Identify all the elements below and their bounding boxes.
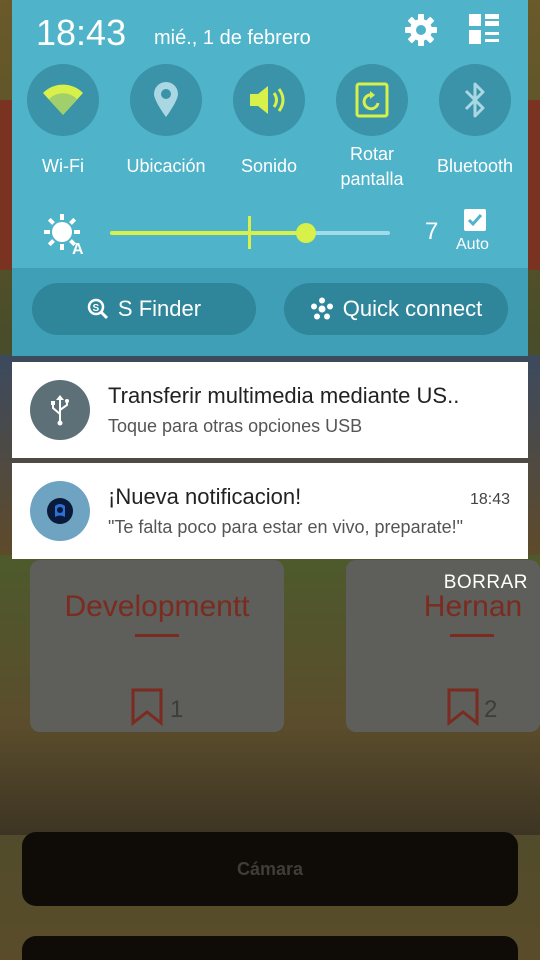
clock: 18:43 (36, 12, 127, 53)
rotate-icon (355, 82, 389, 118)
brightness-auto-icon: A (44, 214, 84, 256)
brightness-value: 7 (425, 218, 439, 245)
background-edge (0, 100, 12, 270)
tile-bluetooth-label: Bluetooth (436, 156, 514, 176)
bookmark-count: 1 (170, 696, 184, 723)
date: mié., 1 de febrero (154, 27, 311, 49)
tile-wifi-label: Wi-Fi (42, 156, 84, 176)
usb-notification-icon (30, 380, 90, 440)
shortcut-row: S S Finder Quick connect (12, 268, 528, 356)
quick-settings-panel: 18:43 mié., 1 de febrero Wi-Fi Ubicación… (12, 0, 528, 356)
brightness-slider[interactable] (110, 216, 390, 249)
profile-card[interactable]: Developmentt 1 (30, 560, 284, 732)
tile-sound-button[interactable] (233, 64, 305, 136)
sound-icon (250, 86, 285, 114)
app-notification-icon (30, 481, 90, 541)
tile-sound-label: Sonido (240, 156, 298, 176)
edit-tiles-icon[interactable] (467, 12, 501, 46)
tile-sound[interactable]: Sonido (219, 64, 319, 179)
tile-bluetooth-button[interactable] (439, 64, 511, 136)
tile-location-button[interactable] (130, 64, 202, 136)
tile-location[interactable]: Ubicación (116, 64, 216, 179)
app-notification-title: ¡Nueva notificacion! (108, 484, 302, 509)
svg-text:A: A (72, 241, 84, 256)
profile-card-title: Developmentt (64, 590, 250, 623)
quick-connect-label: Quick connect (342, 296, 483, 321)
location-icon (154, 82, 178, 117)
checkmark-icon (467, 214, 483, 227)
card-divider (135, 634, 179, 637)
card-divider (450, 634, 494, 637)
app-notification-time: 18:43 (469, 491, 510, 508)
usb-notification[interactable]: Transferir multimedia mediante US.. Toqu… (12, 362, 528, 458)
usb-notification-body: Toque para otras opciones USB (108, 416, 363, 436)
usb-icon (51, 395, 69, 426)
s-finder-label: S Finder (117, 296, 202, 321)
tile-rotate[interactable]: Rotar pantalla (322, 64, 422, 192)
brightness-slider-marker (248, 216, 251, 249)
auto-brightness-label: Auto (456, 236, 489, 253)
bluetooth-icon (464, 82, 485, 118)
auto-brightness-checkbox[interactable] (464, 209, 486, 231)
s-finder-button[interactable]: S S Finder (32, 283, 256, 335)
brightness-slider-thumb[interactable] (296, 223, 316, 243)
tile-bluetooth[interactable]: Bluetooth (425, 64, 525, 179)
app-notification[interactable]: ¡Nueva notificacion! 18:43 "Te falta poc… (12, 463, 528, 559)
background-edge (528, 100, 540, 270)
bookmark-count: 2 (484, 696, 498, 723)
clear-notifications-button[interactable]: BORRAR (444, 572, 528, 594)
camera-button[interactable]: Cámara (22, 832, 518, 906)
tile-location-label: Ubicación (126, 156, 206, 176)
tile-rotate-label: Rotar pantalla (340, 144, 404, 189)
bottom-button[interactable] (22, 936, 518, 960)
usb-notification-title: Transferir multimedia mediante US.. (108, 383, 460, 408)
profile-card-title: Hernan (423, 590, 523, 623)
bookmark-icon (447, 688, 479, 726)
tile-wifi-button[interactable] (27, 64, 99, 136)
svg-text:S: S (92, 303, 99, 314)
quick-connect-button[interactable]: Quick connect (284, 283, 508, 335)
tile-wifi[interactable]: Wi-Fi (13, 64, 113, 179)
brightness-slider-fill (110, 231, 306, 235)
bookmark-icon (131, 688, 163, 726)
app-icon (47, 498, 73, 524)
tile-rotate-button[interactable] (336, 64, 408, 136)
app-notification-body: "Te falta poco para estar en vivo, prepa… (108, 517, 463, 537)
gear-icon[interactable] (403, 12, 439, 48)
wifi-icon (43, 84, 83, 115)
s-finder-icon: S (87, 298, 108, 320)
quick-connect-icon (310, 297, 333, 320)
